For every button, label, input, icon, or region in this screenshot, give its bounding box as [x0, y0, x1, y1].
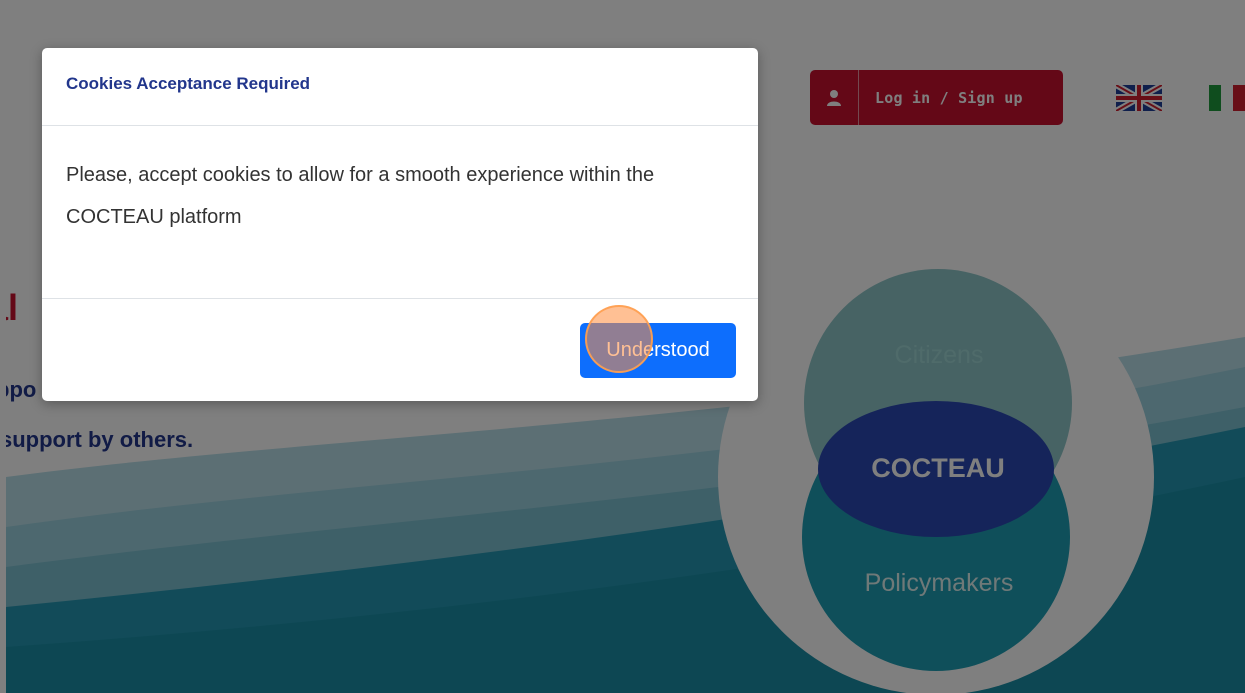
modal-body: Please, accept cookies to allow for a sm… [42, 126, 758, 299]
modal-header: Cookies Acceptance Required [42, 48, 758, 126]
modal-message: Please, accept cookies to allow for a sm… [66, 164, 655, 228]
cookie-consent-modal: Cookies Acceptance Required Please, acce… [42, 48, 758, 401]
modal-title: Cookies Acceptance Required [66, 73, 311, 93]
understood-button[interactable]: Understood [580, 323, 736, 378]
